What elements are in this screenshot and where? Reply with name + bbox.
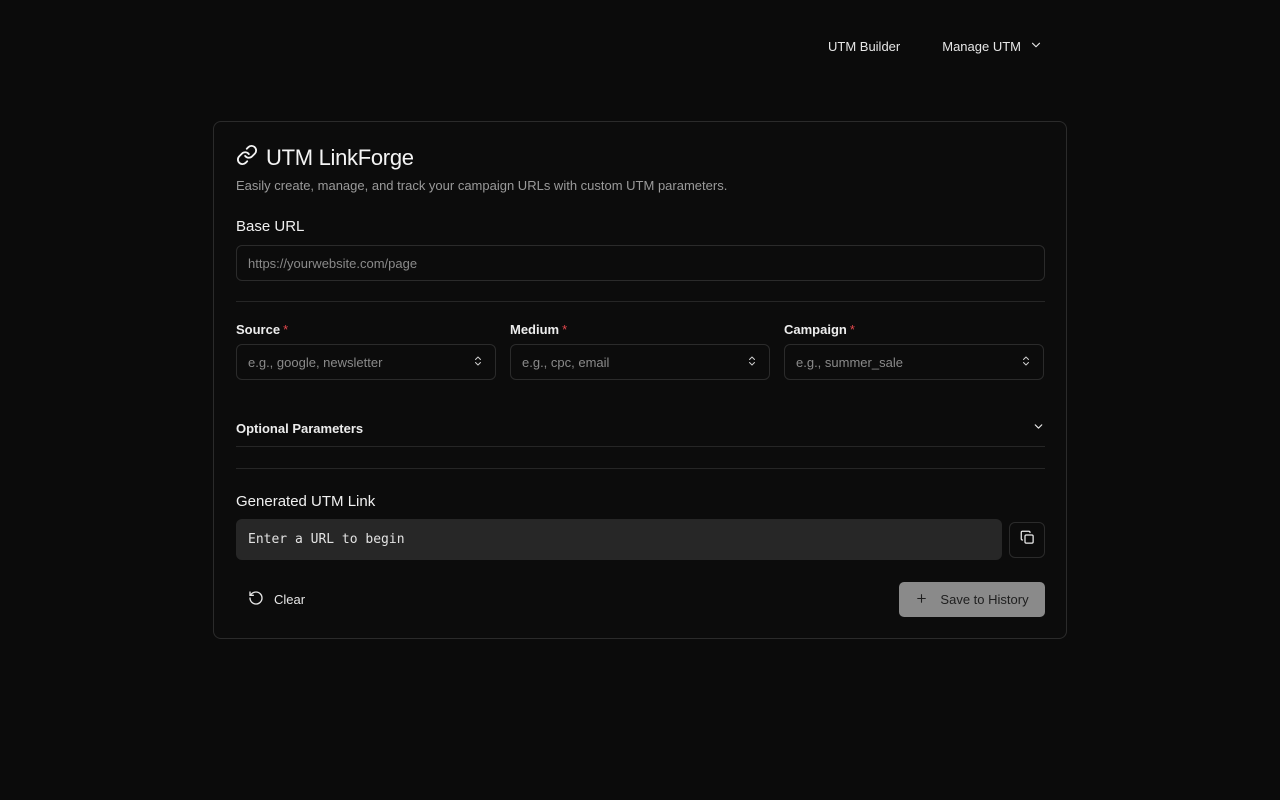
copy-button[interactable] <box>1009 522 1045 558</box>
nav-utm-builder-label: UTM Builder <box>828 38 901 54</box>
generated-link-text: Enter a URL to begin <box>248 532 405 547</box>
chevrons-up-down-icon <box>1020 355 1032 370</box>
utm-builder-card: UTM LinkForge Easily create, manage, and… <box>213 121 1067 639</box>
save-button-label: Save to History <box>940 592 1029 607</box>
medium-select[interactable]: e.g., cpc, email <box>510 344 770 380</box>
title-row: UTM LinkForge <box>236 144 414 171</box>
medium-placeholder: e.g., cpc, email <box>522 354 610 370</box>
campaign-placeholder: e.g., summer_sale <box>796 354 903 370</box>
generated-link-output: Enter a URL to begin <box>236 519 1002 560</box>
base-url-label: Base URL <box>236 218 305 235</box>
nav-manage-utm-label: Manage UTM <box>942 38 1021 54</box>
campaign-select[interactable]: e.g., summer_sale <box>784 344 1044 380</box>
optional-parameters-label: Optional Parameters <box>236 420 364 436</box>
rotate-ccw-icon <box>248 590 264 609</box>
link-icon <box>236 144 258 171</box>
medium-label-text: Medium <box>510 322 560 337</box>
base-url-input[interactable] <box>236 245 1045 281</box>
top-nav: UTM Builder Manage UTM <box>810 30 1061 62</box>
page-subtitle: Easily create, manage, and track your ca… <box>236 178 728 193</box>
page-title: UTM LinkForge <box>266 144 414 170</box>
required-mark: * <box>849 322 855 337</box>
medium-label: Medium * <box>510 322 567 337</box>
required-mark: * <box>283 322 289 337</box>
copy-icon <box>1020 530 1035 550</box>
campaign-label: Campaign * <box>784 322 855 337</box>
plus-icon <box>915 592 928 608</box>
chevrons-up-down-icon <box>472 355 484 370</box>
divider <box>236 468 1045 469</box>
campaign-label-text: Campaign <box>784 322 847 337</box>
source-placeholder: e.g., google, newsletter <box>248 354 383 370</box>
chevron-down-icon <box>1032 420 1045 436</box>
clear-button-label: Clear <box>274 592 306 607</box>
divider <box>236 446 1045 447</box>
divider <box>236 301 1045 302</box>
nav-utm-builder[interactable]: UTM Builder <box>810 33 918 60</box>
source-select[interactable]: e.g., google, newsletter <box>236 344 496 380</box>
required-mark: * <box>562 322 568 337</box>
save-to-history-button[interactable]: Save to History <box>899 582 1045 617</box>
chevron-down-icon <box>1029 38 1043 55</box>
source-label-text: Source <box>236 322 281 337</box>
generated-link-label: Generated UTM Link <box>236 493 376 510</box>
clear-button[interactable]: Clear <box>236 582 317 617</box>
source-label: Source * <box>236 322 288 337</box>
optional-parameters-toggle[interactable]: Optional Parameters <box>236 410 1045 446</box>
nav-manage-utm[interactable]: Manage UTM <box>924 32 1061 61</box>
chevrons-up-down-icon <box>746 355 758 370</box>
